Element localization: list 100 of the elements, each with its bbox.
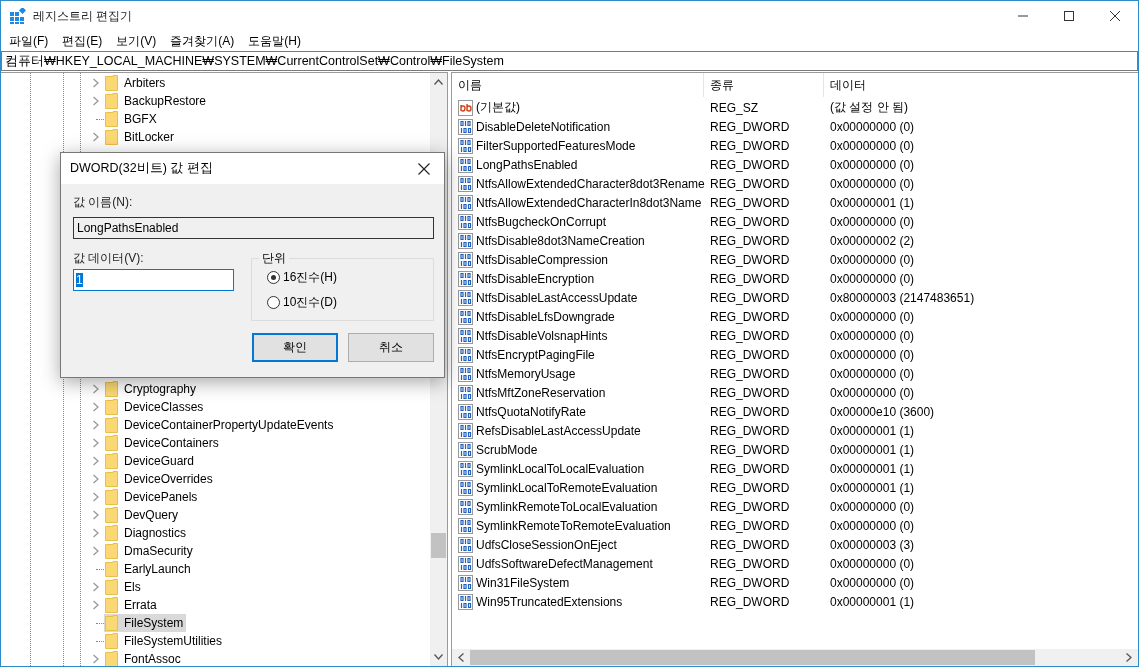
- menu-item[interactable]: 보기(V): [110, 32, 163, 50]
- radio-icon[interactable]: [267, 271, 280, 284]
- value-data: 0x00000000 (0): [829, 328, 916, 343]
- value-name[interactable]: SymlinkRemoteToRemoteEvaluation: [476, 518, 671, 533]
- radio-option[interactable]: 10진수(D): [267, 290, 433, 315]
- value-type: REG_DWORD: [709, 195, 791, 210]
- value-name[interactable]: NtfsAllowExtendedCharacterIn8dot3Name: [476, 195, 702, 210]
- value-data: 0x00000000 (0): [829, 385, 916, 400]
- ok-button[interactable]: 확인: [252, 333, 338, 362]
- tree-item[interactable]: FontAssoc: [104, 650, 184, 666]
- value-name[interactable]: NtfsDisableVolsnapHints: [476, 328, 608, 343]
- value-name[interactable]: NtfsAllowExtendedCharacter8dot3Rename: [476, 176, 705, 191]
- tree-item[interactable]: BackupRestore: [104, 92, 210, 110]
- folder-icon: [105, 525, 118, 541]
- scroll-down-icon: [434, 654, 443, 660]
- value-name[interactable]: NtfsQuotaNotifyRate: [476, 404, 587, 419]
- tree-item[interactable]: DevicePanels: [104, 488, 201, 506]
- binary-value-icon: [458, 498, 474, 515]
- value-name[interactable]: NtfsDisableLfsDowngrade: [476, 309, 615, 324]
- column-header[interactable]: 이름: [452, 73, 704, 97]
- field-label: 값 데이터(V):: [73, 250, 145, 267]
- menu-item[interactable]: 파일(F): [3, 32, 55, 50]
- value-name[interactable]: Win95TruncatedExtensions: [476, 594, 623, 609]
- group-label: 단위: [259, 250, 289, 267]
- value-name[interactable]: RefsDisableLastAccessUpdate: [476, 423, 641, 438]
- value-data: 0x00000000 (0): [829, 366, 916, 381]
- value-name[interactable]: Win31FileSystem: [476, 575, 570, 590]
- value-data: 0x00000001 (1): [829, 461, 916, 476]
- value-name[interactable]: NtfsBugcheckOnCorrupt: [476, 214, 607, 229]
- column-header[interactable]: 종류: [704, 73, 824, 97]
- binary-value-icon: [458, 441, 474, 458]
- tree-item[interactable]: BGFX: [104, 110, 160, 128]
- cancel-button[interactable]: 취소: [348, 333, 434, 362]
- value-name[interactable]: NtfsMemoryUsage: [476, 366, 576, 381]
- folder-icon: [105, 561, 118, 577]
- value-type: REG_DWORD: [709, 594, 791, 609]
- value-name[interactable]: ScrubMode: [476, 442, 538, 457]
- value-data: 0x00000002 (2): [829, 233, 916, 248]
- value-data: 0x00000e10 (3600): [829, 404, 936, 419]
- value-name[interactable]: NtfsDisable8dot3NameCreation: [476, 233, 645, 248]
- tree-item[interactable]: Diagnostics: [104, 524, 190, 542]
- scrollbar-thumb[interactable]: [470, 650, 1035, 665]
- folder-icon: [105, 93, 118, 109]
- value-name[interactable]: (기본값): [476, 99, 520, 116]
- value-name[interactable]: NtfsMftZoneReservation: [476, 385, 606, 400]
- value-data: 0x00000000 (0): [829, 119, 916, 134]
- menu-item[interactable]: 즐겨찾기(A): [164, 32, 241, 50]
- tree-item[interactable]: DmaSecurity: [104, 542, 196, 560]
- value-data: 0x00000001 (1): [829, 442, 916, 457]
- tree-item[interactable]: DeviceContainerPropertyUpdateEvents: [104, 416, 337, 434]
- menu-item[interactable]: 편집(E): [56, 32, 109, 50]
- value-data: 0x00000001 (1): [829, 195, 916, 210]
- folder-icon: [105, 579, 118, 595]
- close-icon: [1110, 11, 1120, 21]
- value-name[interactable]: NtfsDisableEncryption: [476, 271, 595, 286]
- horizontal-scrollbar[interactable]: [452, 649, 1138, 666]
- value-name[interactable]: NtfsEncryptPagingFile: [476, 347, 595, 362]
- value-name[interactable]: SymlinkLocalToLocalEvaluation: [476, 461, 645, 476]
- tree-item[interactable]: Cryptography: [104, 380, 200, 398]
- binary-value-icon: [458, 327, 474, 344]
- value-name[interactable]: SymlinkRemoteToLocalEvaluation: [476, 499, 658, 514]
- tree-item[interactable]: DeviceGuard: [104, 452, 198, 470]
- value-data-field[interactable]: 1: [73, 269, 234, 291]
- value-name[interactable]: LongPathsEnabled: [476, 157, 578, 172]
- maximize-icon: [1064, 11, 1074, 21]
- value-type: REG_DWORD: [709, 385, 791, 400]
- value-name[interactable]: NtfsDisableLastAccessUpdate: [476, 290, 638, 305]
- tree-item[interactable]: Els: [104, 578, 144, 596]
- value-name[interactable]: NtfsDisableCompression: [476, 252, 609, 267]
- tree-item[interactable]: BitLocker: [104, 128, 178, 146]
- tree-item[interactable]: DeviceClasses: [104, 398, 207, 416]
- value-data: 0x00000000 (0): [829, 176, 916, 191]
- column-header[interactable]: 데이터: [824, 73, 1124, 97]
- radio-option[interactable]: 16진수(H): [267, 265, 433, 290]
- value-name[interactable]: FilterSupportedFeaturesMode: [476, 138, 636, 153]
- value-name[interactable]: SymlinkLocalToRemoteEvaluation: [476, 480, 658, 495]
- tree-item[interactable]: DeviceOverrides: [104, 470, 216, 488]
- scrollbar-thumb[interactable]: [431, 533, 446, 558]
- tree-item[interactable]: DevQuery: [104, 506, 182, 524]
- tree-item[interactable]: Arbiters: [104, 74, 169, 92]
- tree-item[interactable]: Errata: [104, 596, 160, 614]
- value-data: 0x00000000 (0): [829, 575, 916, 590]
- binary-value-icon: [458, 536, 474, 553]
- folder-icon: [105, 471, 118, 487]
- menu-item[interactable]: 도움말(H): [242, 32, 307, 50]
- tree-item[interactable]: FileSystemUtilities: [104, 632, 225, 650]
- value-name[interactable]: DisableDeleteNotification: [476, 119, 611, 134]
- folder-icon: [105, 111, 118, 127]
- value-data: 0x00000000 (0): [829, 518, 916, 533]
- value-name-field: LongPathsEnabled: [73, 217, 434, 239]
- value-type: REG_DWORD: [709, 138, 791, 153]
- tree-item[interactable]: FileSystem: [104, 614, 187, 632]
- tree-item[interactable]: DeviceContainers: [104, 434, 222, 452]
- close-icon: [418, 162, 430, 175]
- radio-icon[interactable]: [267, 296, 280, 309]
- value-name[interactable]: UdfsCloseSessionOnEject: [476, 537, 617, 552]
- address-field[interactable]: 컴퓨터₩HKEY_LOCAL_MACHINE₩SYSTEM₩CurrentControlSet₩Control₩FileSystem: [1, 51, 1138, 71]
- value-name[interactable]: UdfsSoftwareDefectManagement: [476, 556, 653, 571]
- tree-item[interactable]: EarlyLaunch: [104, 560, 194, 578]
- binary-value-icon: [458, 137, 474, 154]
